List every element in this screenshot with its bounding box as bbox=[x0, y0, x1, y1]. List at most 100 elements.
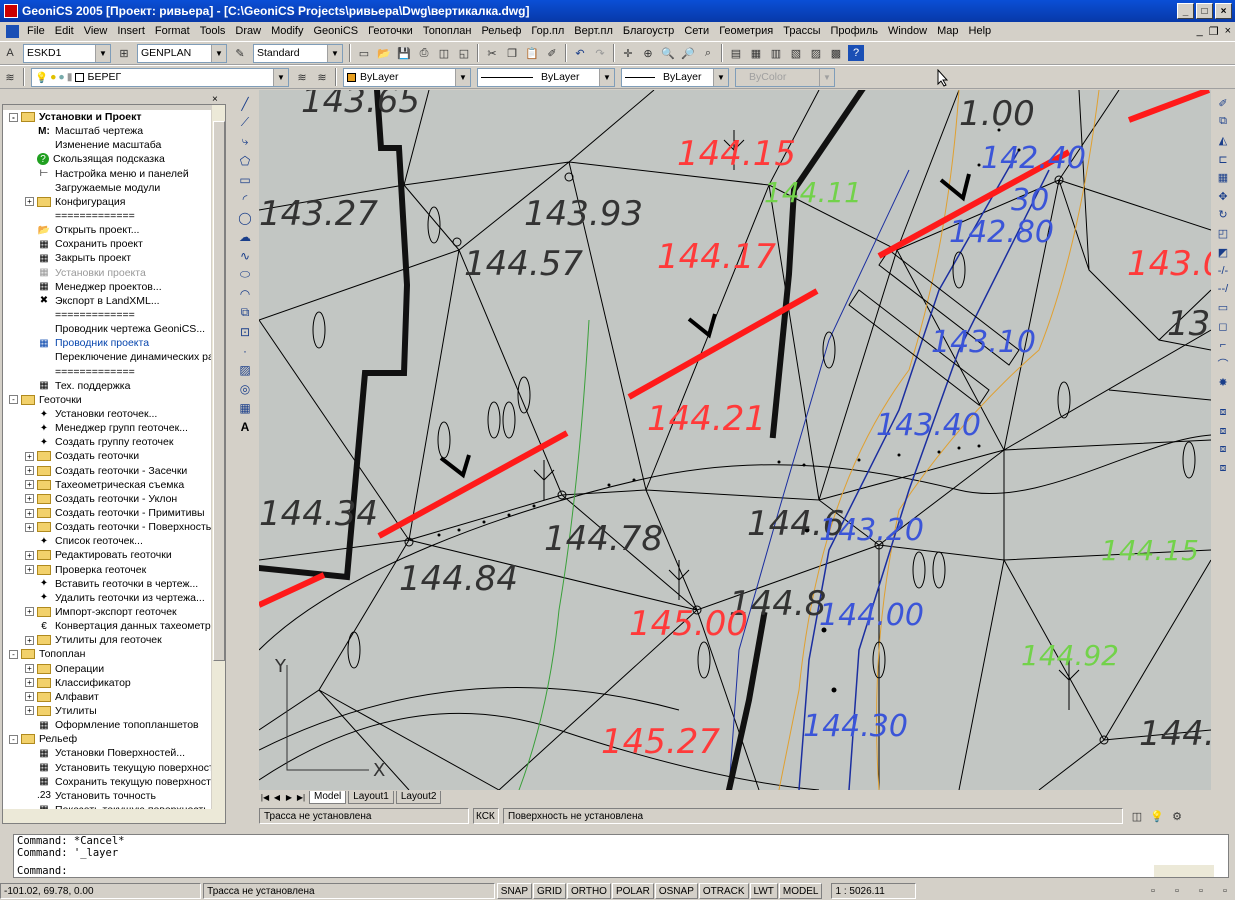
expand-icon[interactable]: + bbox=[25, 508, 34, 518]
last-tab-icon[interactable]: ▶| bbox=[295, 793, 307, 802]
doc-close-button[interactable]: × bbox=[1225, 25, 1231, 38]
tree-item[interactable]: ▦ Установки Поверхностей... bbox=[3, 746, 225, 760]
tree-item[interactable]: + Проверка геоточек bbox=[3, 563, 225, 577]
status-toggle[interactable]: OTRACK bbox=[698, 883, 749, 899]
ksk-status[interactable]: КСК bbox=[473, 808, 499, 824]
arc-icon[interactable]: ◜ bbox=[236, 189, 254, 208]
tree-item[interactable]: ▦ Проводник проекта bbox=[3, 336, 225, 350]
draworder-front-icon[interactable]: ⧈ bbox=[1214, 404, 1232, 423]
status-toggle[interactable]: MODEL bbox=[778, 883, 823, 899]
tree-item[interactable]: + Создать геоточки bbox=[3, 449, 225, 463]
tree-item[interactable]: ✦ Список геоточек... bbox=[3, 534, 225, 548]
tree-item[interactable]: + Редактировать геоточки bbox=[3, 548, 225, 562]
tree-item[interactable]: ▦ Закрыть проект bbox=[3, 251, 225, 265]
menu-item[interactable]: Благоустр bbox=[618, 25, 679, 37]
tree-close-icon[interactable]: × bbox=[212, 94, 218, 105]
text-style-icon[interactable]: A bbox=[2, 45, 18, 61]
tree-item[interactable]: + Утилиты bbox=[3, 704, 225, 718]
markup-icon[interactable]: ▨ bbox=[808, 45, 824, 61]
tray-layer-icon[interactable]: ◫ bbox=[1129, 808, 1145, 824]
polygon-icon[interactable]: ⬠ bbox=[236, 151, 254, 170]
next-tab-icon[interactable]: ▶ bbox=[283, 793, 295, 802]
menu-item[interactable]: Help bbox=[964, 25, 997, 37]
revcloud-icon[interactable]: ☁ bbox=[236, 227, 254, 246]
tree-item[interactable]: ✦ Менеджер групп геоточек... bbox=[3, 421, 225, 435]
offset-icon[interactable]: ⊏ bbox=[1214, 150, 1232, 169]
scroll-thumb[interactable] bbox=[213, 121, 225, 661]
expand-icon[interactable]: + bbox=[25, 635, 34, 645]
expand-icon[interactable]: + bbox=[25, 565, 34, 575]
undo-icon[interactable]: ↶ bbox=[572, 45, 588, 61]
menu-item[interactable]: Сети bbox=[679, 25, 714, 37]
redo-icon[interactable]: ↷ bbox=[592, 45, 608, 61]
text-style-select[interactable]: ESKD1 ▼ bbox=[23, 43, 111, 63]
plan-style-select[interactable]: GENPLAN ▼ bbox=[137, 43, 227, 63]
tree-item[interactable]: ✦ Установки геоточек... bbox=[3, 407, 225, 421]
region-icon[interactable]: ◎ bbox=[236, 379, 254, 398]
move-icon[interactable]: ✥ bbox=[1214, 187, 1232, 206]
tree-item[interactable]: + Создать геоточки - Примитивы bbox=[3, 506, 225, 520]
tree-item[interactable]: ============= bbox=[3, 209, 225, 223]
tree-category[interactable]: - Геоточки bbox=[3, 393, 225, 407]
fillet-icon[interactable]: ⌒ bbox=[1214, 354, 1232, 373]
minimize-button[interactable]: _ bbox=[1177, 3, 1194, 19]
publish-icon[interactable]: ◱ bbox=[456, 45, 472, 61]
chamfer-icon[interactable]: ⌐ bbox=[1214, 336, 1232, 355]
line-icon[interactable]: ╱ bbox=[236, 94, 254, 113]
drawing-canvas[interactable]: 143.65 143.27 143.93 144.57 144.34 144.8… bbox=[259, 90, 1211, 790]
menu-item[interactable]: Геоточки bbox=[363, 25, 418, 37]
tree-item[interactable]: + Создать геоточки - Засечки bbox=[3, 464, 225, 478]
tree-item[interactable]: ▦ Оформление топопланшетов bbox=[3, 718, 225, 732]
color-select[interactable]: ByLayer ▼ bbox=[343, 67, 471, 87]
coordinates-readout[interactable]: -101.02, 69.78, 0.00 bbox=[0, 883, 202, 899]
menu-item[interactable]: Гор.пл bbox=[526, 25, 569, 37]
break-icon[interactable]: ▭ bbox=[1214, 299, 1232, 318]
open-file-icon[interactable]: 📂 bbox=[376, 45, 392, 61]
tree-horizontal-scrollbar[interactable] bbox=[3, 809, 213, 823]
tray-bulb-icon[interactable]: 💡 bbox=[1149, 808, 1165, 824]
save-icon[interactable]: 💾 bbox=[396, 45, 412, 61]
tree-item[interactable]: .23 Установить точность bbox=[3, 789, 225, 803]
prev-tab-icon[interactable]: ◀ bbox=[271, 793, 283, 802]
zoom-window-icon[interactable]: 🔎 bbox=[680, 45, 696, 61]
status-toggle[interactable]: OSNAP bbox=[654, 883, 698, 899]
expand-icon[interactable]: + bbox=[25, 451, 34, 461]
tree-item[interactable]: Изменение масштаба bbox=[3, 138, 225, 152]
tray-sheet-icon[interactable]: ▫ bbox=[1193, 883, 1209, 899]
tree-category[interactable]: - Установки и Проект bbox=[3, 110, 225, 124]
expand-icon[interactable]: + bbox=[25, 197, 34, 207]
tree-item[interactable]: ▦ Сохранить проект bbox=[3, 237, 225, 251]
tree-item[interactable]: ? Скользящая подсказка bbox=[3, 152, 225, 166]
point-icon[interactable]: · bbox=[236, 341, 254, 360]
doc-restore-button[interactable]: ❐ bbox=[1209, 25, 1219, 38]
status-toggle[interactable]: SNAP bbox=[496, 883, 533, 899]
copy-icon[interactable]: ❐ bbox=[504, 45, 520, 61]
expand-icon[interactable]: + bbox=[25, 480, 34, 490]
collapse-icon[interactable]: - bbox=[9, 734, 18, 744]
tree-item[interactable]: Переключение динамических разд bbox=[3, 350, 225, 364]
menu-item[interactable]: Draw bbox=[230, 25, 266, 37]
expand-icon[interactable]: + bbox=[25, 466, 34, 476]
menu-item[interactable]: Трассы bbox=[778, 25, 825, 37]
maximize-button[interactable]: □ bbox=[1196, 3, 1213, 19]
make-current-icon[interactable]: ≋ bbox=[294, 69, 310, 85]
new-file-icon[interactable]: ▭ bbox=[356, 45, 372, 61]
expand-icon[interactable]: + bbox=[25, 692, 34, 702]
print-icon[interactable]: ⎙ bbox=[416, 45, 432, 61]
tree-item[interactable]: + Конфигурация bbox=[3, 195, 225, 209]
menu-item[interactable]: Рельеф bbox=[476, 25, 526, 37]
expand-icon[interactable]: + bbox=[25, 706, 34, 716]
menu-item[interactable]: Modify bbox=[266, 25, 308, 37]
layer-manager-icon[interactable]: ≋ bbox=[2, 69, 18, 85]
tree-item[interactable]: ▦ Установить текущую поверхность bbox=[3, 760, 225, 774]
expand-icon[interactable]: + bbox=[25, 678, 34, 688]
tray-settings-icon[interactable]: ⚙ bbox=[1169, 808, 1185, 824]
plotstyle-select[interactable]: ByColor ▼ bbox=[735, 67, 835, 87]
explode-icon[interactable]: ✸ bbox=[1214, 373, 1232, 392]
status-toggle[interactable]: POLAR bbox=[611, 883, 654, 899]
menu-item[interactable]: GeoniCS bbox=[308, 25, 363, 37]
mtext-icon[interactable]: A bbox=[236, 417, 254, 436]
lineweight-select[interactable]: ByLayer ▼ bbox=[621, 67, 729, 87]
tree-item[interactable]: € Конвертация данных тахеометров bbox=[3, 619, 225, 633]
menu-item[interactable]: Edit bbox=[50, 25, 79, 37]
